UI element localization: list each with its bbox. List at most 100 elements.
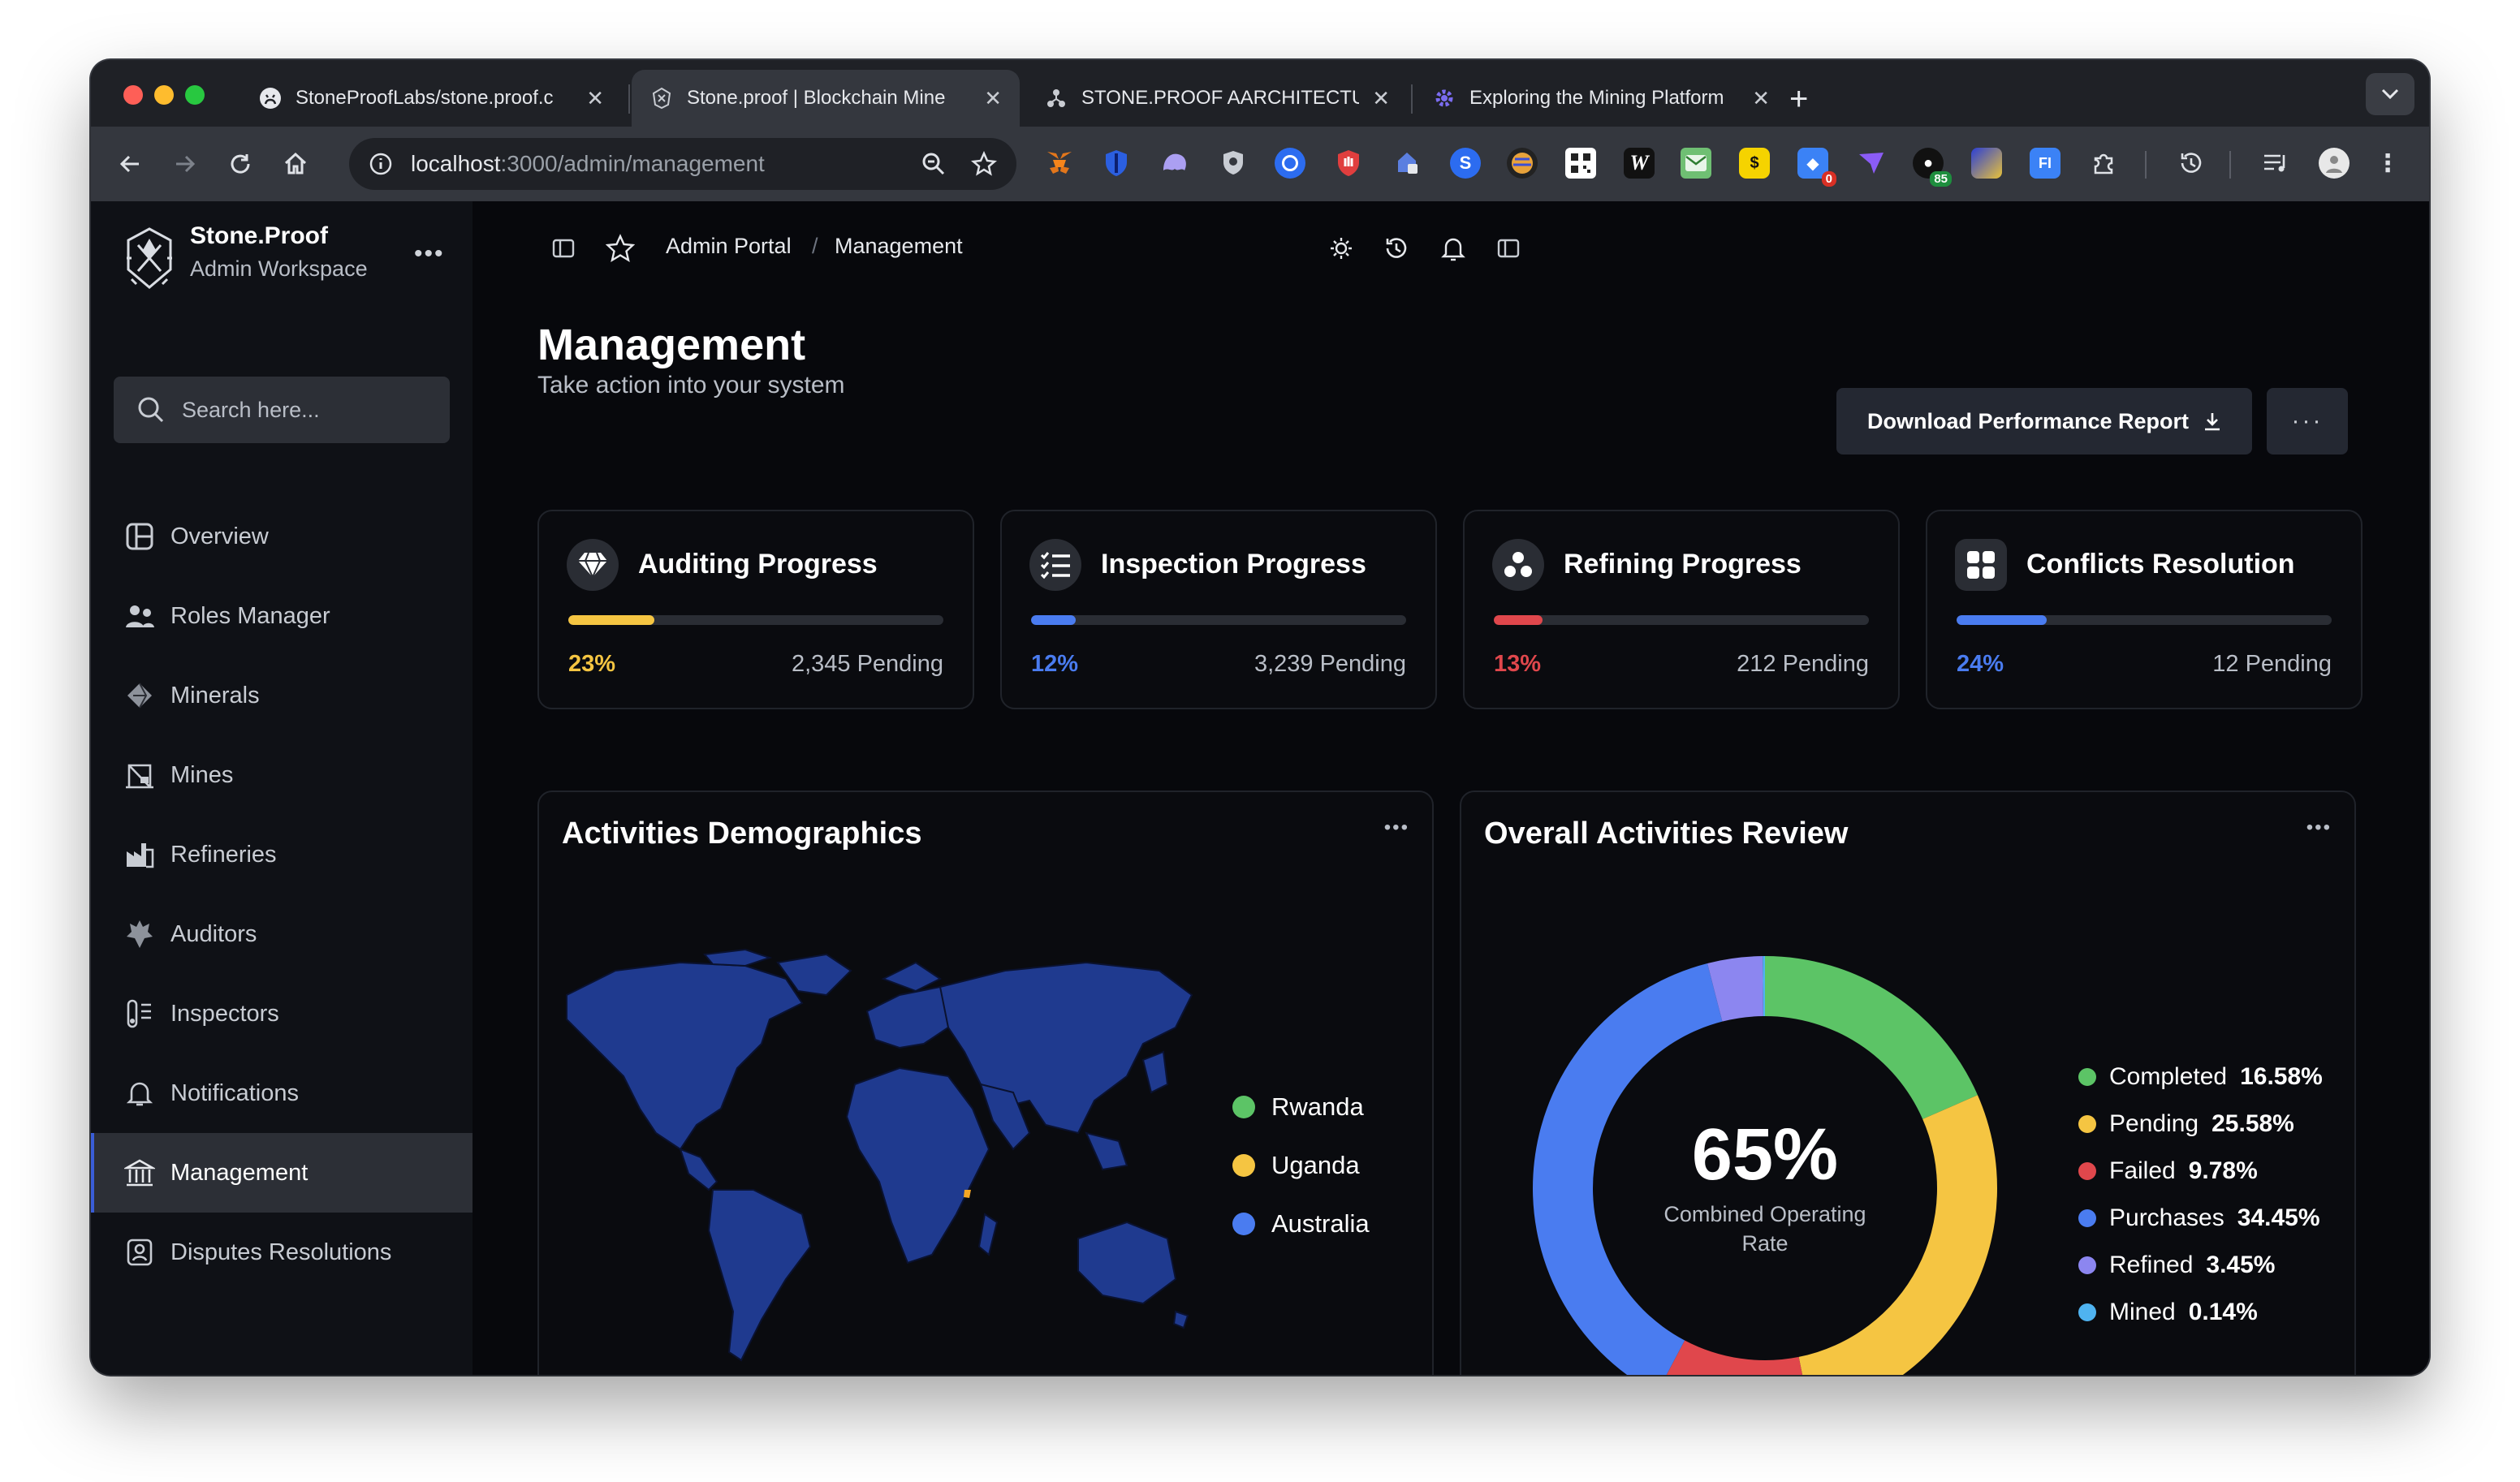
- browser-tab-exploring[interactable]: Exploring the Mining Platform ✕: [1414, 70, 1788, 127]
- fi-extension-icon[interactable]: FI: [2030, 148, 2060, 179]
- donut-legend-item-refined: Refined 3.45%: [2078, 1252, 2275, 1279]
- sidebar-item-label: Mines: [170, 761, 234, 788]
- sidebar-item-label: Roles Manager: [170, 602, 330, 629]
- close-tab-icon[interactable]: ✕: [1372, 86, 1390, 111]
- tab-search-button[interactable]: [2366, 73, 2414, 115]
- close-tab-icon[interactable]: ✕: [586, 86, 604, 111]
- profile-avatar[interactable]: [2319, 148, 2350, 179]
- activities-demographics-panel: Activities Demographics ••• Rwanda Ugand…: [537, 791, 1434, 1375]
- reload-icon[interactable]: [222, 146, 258, 182]
- zoom-window-button[interactable]: [185, 85, 205, 105]
- workspace-menu-button[interactable]: •••: [414, 240, 445, 268]
- browser-tab-architecture[interactable]: STONE.PROOF AARCHITECTU ✕: [1026, 70, 1408, 127]
- workspace-name: Admin Workspace: [190, 256, 368, 281]
- avatar-extension-icon[interactable]: ● 85: [1913, 148, 1952, 187]
- pending-count: 12 Pending: [2212, 651, 2332, 677]
- browser-window: StoneProofLabs/stone.proof.c ✕ Stone.pro…: [91, 60, 2429, 1375]
- metamask-icon[interactable]: [1044, 148, 1075, 179]
- page-more-button[interactable]: ···: [2267, 388, 2348, 455]
- cube-extension-icon[interactable]: ◆ 0: [1797, 148, 1836, 187]
- extension-badge: 85: [1930, 171, 1952, 187]
- sidebar-item-inspectors[interactable]: Inspectors: [91, 974, 472, 1053]
- browser-tab-github[interactable]: StoneProofLabs/stone.proof.c ✕: [240, 70, 622, 127]
- bookmark-star-icon[interactable]: [971, 151, 997, 177]
- sidebar-item-mines[interactable]: Mines: [91, 735, 472, 815]
- tab-bar: StoneProofLabs/stone.proof.c ✕ Stone.pro…: [91, 60, 2429, 127]
- panel-title: Overall Activities Review: [1484, 816, 1849, 851]
- ublock-icon[interactable]: [1333, 148, 1364, 179]
- search-input[interactable]: Search here...: [114, 377, 450, 443]
- browser-menu-icon[interactable]: ⋮: [2372, 148, 2403, 179]
- shazam-icon[interactable]: S: [1450, 148, 1481, 179]
- legend-item-rwanda: Rwanda: [1232, 1092, 1364, 1122]
- history-icon[interactable]: [1380, 232, 1413, 265]
- panel-toggle-icon[interactable]: [1492, 232, 1525, 265]
- notifications-bell-icon[interactable]: [1437, 232, 1469, 265]
- globe-extension-icon[interactable]: [1507, 148, 1538, 179]
- s-extension-icon[interactable]: $: [1739, 148, 1770, 179]
- minimize-window-button[interactable]: [154, 85, 174, 105]
- legend-value: 16.58%: [2240, 1063, 2323, 1090]
- legend-dot: [2078, 1068, 2096, 1086]
- sidebar-item-label: Inspectors: [170, 1000, 279, 1027]
- ghost-extension-icon[interactable]: [1159, 148, 1190, 179]
- legend-dot: [2078, 1162, 2096, 1180]
- breadcrumb-admin-portal[interactable]: Admin Portal: [666, 234, 792, 259]
- home-icon[interactable]: [278, 146, 313, 182]
- sidebar-item-label: Overview: [170, 523, 269, 549]
- panel-more-button[interactable]: •••: [1384, 816, 1409, 839]
- donut-legend-item-completed: Completed 16.58%: [2078, 1063, 2323, 1091]
- breadcrumb-management: Management: [835, 234, 963, 258]
- card-title: Auditing Progress: [638, 549, 878, 579]
- sidebar-item-notifications[interactable]: Notifications: [91, 1053, 472, 1133]
- media-control-icon[interactable]: [2260, 148, 2291, 179]
- circle-extension-icon[interactable]: [1275, 148, 1305, 179]
- sidebar-toggle-icon[interactable]: [547, 232, 580, 265]
- legend-item-uganda: Uganda: [1232, 1151, 1360, 1180]
- progress-card-conflicts: Conflicts Resolution 24% 12 Pending: [1926, 510, 2362, 709]
- factory-icon: [123, 838, 156, 871]
- bell-icon: [123, 1077, 156, 1109]
- back-icon[interactable]: [112, 146, 148, 182]
- w-extension-icon[interactable]: W: [1624, 148, 1655, 179]
- download-report-button[interactable]: Download Performance Report: [1836, 388, 2252, 455]
- close-tab-icon[interactable]: ✕: [984, 86, 1002, 111]
- close-window-button[interactable]: [123, 85, 143, 105]
- sidebar-item-disputes[interactable]: Disputes Resolutions: [91, 1213, 472, 1292]
- sidebar-item-management[interactable]: Management: [91, 1133, 472, 1213]
- qr-code-icon[interactable]: [1565, 148, 1596, 179]
- users-icon: [123, 600, 156, 632]
- diagram-icon: [1044, 86, 1068, 110]
- close-tab-icon[interactable]: ✕: [1752, 86, 1770, 111]
- forward-icon[interactable]: [167, 146, 203, 182]
- sidebar-item-refineries[interactable]: Refineries: [91, 815, 472, 894]
- sidebar-item-roles-manager[interactable]: Roles Manager: [91, 576, 472, 656]
- mail-extension-icon[interactable]: [1681, 148, 1711, 179]
- checklist-icon: [1029, 539, 1081, 591]
- history-icon[interactable]: [2176, 148, 2207, 179]
- theme-toggle-icon[interactable]: [1325, 232, 1357, 265]
- privacy-shield-icon[interactable]: [1218, 148, 1249, 179]
- donut-legend-item-purchases: Purchases 34.45%: [2078, 1204, 2320, 1232]
- address-bar[interactable]: localhost:3000/admin/management: [349, 138, 1016, 190]
- site-info-icon[interactable]: [369, 152, 393, 176]
- legend-label: Failed: [2109, 1157, 2176, 1184]
- arrow-extension-icon[interactable]: [1856, 148, 1887, 179]
- legend-label: Rwanda: [1271, 1092, 1364, 1121]
- zoom-icon[interactable]: [921, 151, 947, 177]
- tab-title: STONE.PROOF AARCHITECTU: [1081, 87, 1360, 109]
- donut-slice-completed: [1765, 956, 1978, 1119]
- lock-extension-icon[interactable]: [1392, 148, 1422, 179]
- new-tab-button[interactable]: +: [1789, 76, 1808, 122]
- sidebar-item-auditors[interactable]: Auditors: [91, 894, 472, 974]
- sidebar-item-overview[interactable]: Overview: [91, 497, 472, 576]
- shield-icon[interactable]: [1101, 148, 1132, 179]
- puzzle-icon[interactable]: [2088, 148, 2119, 179]
- url-path: :3000/admin/management: [500, 151, 765, 176]
- favorite-star-icon[interactable]: [604, 232, 636, 265]
- sidebar-item-minerals[interactable]: Minerals: [91, 656, 472, 735]
- panel-more-button[interactable]: •••: [2306, 816, 2332, 839]
- progress-bar-fill: [568, 615, 655, 625]
- rainbow-extension-icon[interactable]: [1971, 148, 2002, 179]
- browser-tab-stoneproof[interactable]: Stone.proof | Blockchain Mine ✕: [632, 70, 1020, 127]
